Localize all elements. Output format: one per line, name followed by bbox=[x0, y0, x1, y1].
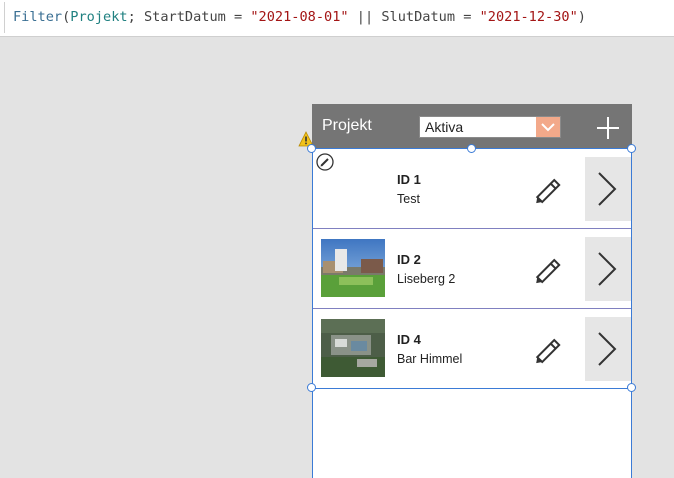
formula-bar[interactable]: Filter(Projekt; StartDatum = "2021-08-01… bbox=[0, 0, 674, 37]
chevron-right-icon bbox=[598, 252, 617, 286]
gallery-row[interactable]: ID 2 Liseberg 2 bbox=[313, 229, 631, 309]
chevron-right-icon bbox=[598, 332, 617, 366]
formula-value-1: "2021-08-01" bbox=[250, 9, 349, 25]
dropdown-selected-value: Aktiva bbox=[425, 119, 464, 135]
row-id: ID 1 bbox=[397, 172, 421, 187]
formula-input[interactable]: Filter(Projekt; StartDatum = "2021-08-01… bbox=[4, 2, 664, 33]
resize-handle-top-left[interactable] bbox=[307, 144, 316, 153]
gallery-row[interactable]: ID 1 Test bbox=[313, 149, 631, 229]
pencil-icon[interactable] bbox=[533, 253, 567, 287]
page-title: Projekt bbox=[322, 117, 372, 134]
chevron-right-icon bbox=[598, 172, 617, 206]
formula-function: Filter bbox=[13, 9, 63, 25]
row-name: Test bbox=[397, 192, 420, 206]
status-filter-dropdown[interactable]: Aktiva bbox=[419, 116, 561, 138]
chevron-down-icon[interactable] bbox=[536, 117, 560, 137]
row-name: Liseberg 2 bbox=[397, 272, 456, 286]
formula-separator: ; bbox=[127, 9, 144, 25]
details-button[interactable] bbox=[585, 157, 631, 221]
formula-table: Projekt bbox=[70, 9, 128, 25]
formula-eq-2: = bbox=[455, 9, 480, 25]
edit-template-icon[interactable] bbox=[316, 153, 334, 171]
app-screen: Projekt Aktiva ID 1 Test ID 2 Liseberg 2… bbox=[312, 104, 632, 478]
formula-paren-close: ) bbox=[577, 9, 586, 25]
row-id: ID 2 bbox=[397, 252, 421, 267]
app-header: Projekt Aktiva bbox=[312, 104, 632, 149]
formula-field-2: SlutDatum bbox=[381, 9, 456, 25]
project-gallery[interactable]: ID 1 Test ID 2 Liseberg 2 ID 4 Bar Himme… bbox=[312, 149, 632, 478]
formula-field-1: StartDatum bbox=[143, 9, 226, 25]
add-button[interactable] bbox=[596, 116, 620, 140]
formula-value-2: "2021-12-30" bbox=[479, 9, 578, 25]
details-button[interactable] bbox=[585, 237, 631, 301]
project-thumbnail bbox=[321, 319, 385, 377]
resize-handle-bottom-left[interactable] bbox=[307, 383, 316, 392]
formula-or: || bbox=[348, 9, 382, 25]
selection-border-bottom bbox=[312, 388, 632, 389]
resize-handle-bottom-right[interactable] bbox=[627, 383, 636, 392]
row-id: ID 4 bbox=[397, 332, 421, 347]
project-thumbnail bbox=[321, 239, 385, 297]
pencil-icon[interactable] bbox=[533, 173, 567, 207]
pencil-icon[interactable] bbox=[533, 333, 567, 367]
details-button[interactable] bbox=[585, 317, 631, 381]
plus-icon bbox=[597, 117, 619, 139]
row-name: Bar Himmel bbox=[397, 352, 463, 366]
resize-handle-top-center[interactable] bbox=[467, 144, 476, 153]
formula-eq-1: = bbox=[225, 9, 251, 25]
formula-text: Filter(Projekt; StartDatum = "2021-08-01… bbox=[13, 9, 586, 25]
gallery-row[interactable]: ID 4 Bar Himmel bbox=[313, 309, 631, 389]
resize-handle-top-right[interactable] bbox=[627, 144, 636, 153]
